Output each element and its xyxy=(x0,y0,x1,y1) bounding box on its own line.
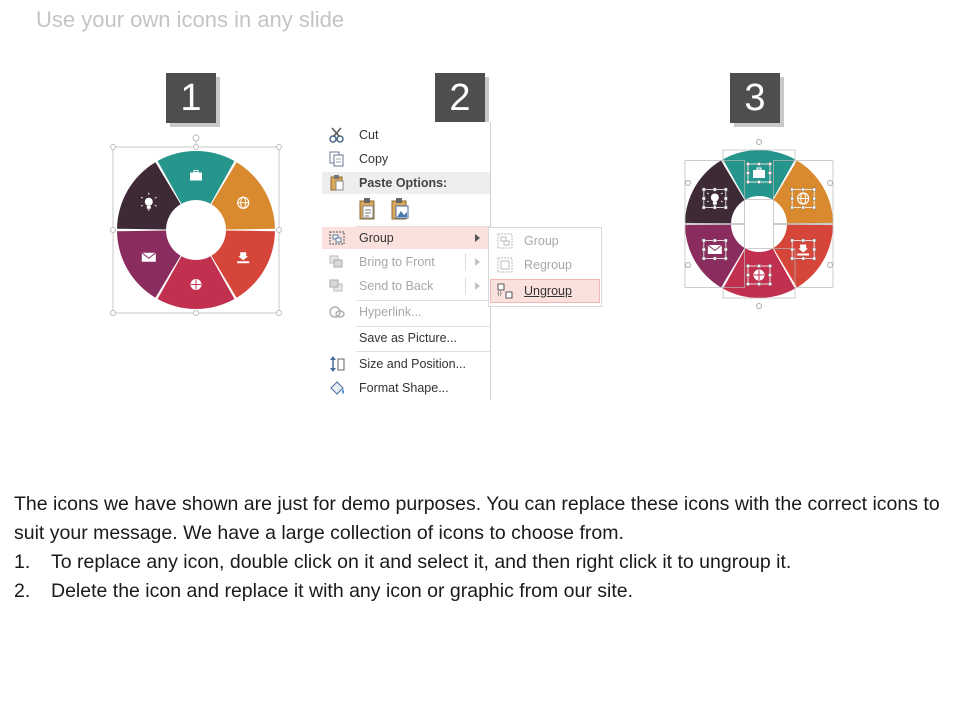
intro-paragraph: The icons we have shown are just for dem… xyxy=(14,493,940,544)
menu-item-format-shape[interactable]: Format Shape... xyxy=(322,377,490,399)
menu-label-bring-to-front: Bring to Front xyxy=(359,255,435,269)
icon-ring-ungrouped[interactable] xyxy=(672,132,848,312)
icon-ring-grouped[interactable] xyxy=(104,134,288,318)
submenu-label-group: Group xyxy=(524,234,559,248)
instruction-step-1: 1. To replace any icon, double click on i… xyxy=(14,548,944,577)
menu-label-copy: Copy xyxy=(359,152,389,166)
basketball-icon[interactable] xyxy=(190,279,202,290)
paint-bucket-icon xyxy=(328,380,346,396)
ungroup-icon xyxy=(497,283,513,299)
clipboard-icon xyxy=(328,175,346,191)
split-separator xyxy=(465,253,466,271)
menu-item-copy[interactable]: Copy xyxy=(322,148,490,170)
group-icon xyxy=(497,233,513,249)
bring-to-front-icon xyxy=(328,254,346,270)
mail-icon[interactable] xyxy=(141,252,157,262)
menu-item-group[interactable]: Group xyxy=(322,227,490,249)
menu-label-send-to-back: Send to Back xyxy=(359,279,434,293)
submenu-arrow-icon xyxy=(475,258,480,266)
menu-item-bring-to-front[interactable]: Bring to Front xyxy=(322,251,490,273)
instruction-step-2: 2. Delete the icon and replace it with an… xyxy=(14,577,944,606)
regroup-icon xyxy=(497,257,513,273)
submenu-item-group[interactable]: Group xyxy=(491,230,599,252)
group-submenu: Group Regroup Ungroup xyxy=(488,227,602,307)
submenu-arrow-icon xyxy=(475,234,480,242)
submenu-arrow-icon xyxy=(475,282,480,290)
instructions-text: The icons we have shown are just for dem… xyxy=(14,490,944,606)
paste-picture-icon[interactable] xyxy=(389,197,411,221)
menu-separator xyxy=(356,351,490,352)
menu-label-size-and-position: Size and Position... xyxy=(359,357,467,371)
mail-icon[interactable] xyxy=(707,244,723,254)
step-1-badge: 1 xyxy=(166,73,216,123)
menu-label-cut: Cut xyxy=(359,128,379,142)
menu-label-hyperlink: Hyperlink... xyxy=(359,305,422,319)
hyperlink-icon xyxy=(328,304,346,320)
menu-item-send-to-back[interactable]: Send to Back xyxy=(322,275,490,297)
group-icon xyxy=(328,230,346,246)
menu-label-paste-options: Paste Options: xyxy=(359,176,448,190)
submenu-label-regroup: Regroup xyxy=(524,258,572,272)
scissors-icon xyxy=(328,127,346,143)
copy-icon xyxy=(328,151,346,167)
submenu-label-ungroup: Ungroup xyxy=(524,284,572,298)
step-2-badge: 2 xyxy=(435,73,485,123)
menu-label-format-shape: Format Shape... xyxy=(359,381,449,395)
step-text: Delete the icon and replace it with any … xyxy=(51,580,634,602)
menu-label-group: Group xyxy=(359,231,394,245)
menu-header-paste-options: Paste Options: xyxy=(322,172,490,194)
context-menu: Cut Copy Paste Options: Group Bring to F… xyxy=(322,122,491,400)
submenu-item-regroup[interactable]: Regroup xyxy=(491,254,599,276)
paste-keep-formatting-icon[interactable] xyxy=(357,197,379,221)
step-text: To replace any icon, double click on it … xyxy=(51,551,792,573)
slide-title: Use your own icons in any slide xyxy=(36,7,345,32)
basketball-icon[interactable] xyxy=(753,269,765,281)
menu-item-save-as-picture[interactable]: Save as Picture... xyxy=(322,327,490,349)
paste-options-buttons xyxy=(357,197,417,223)
split-separator xyxy=(465,277,466,295)
menu-label-save-as-picture: Save as Picture... xyxy=(359,331,457,345)
send-to-back-icon xyxy=(328,278,346,294)
step-3-badge: 3 xyxy=(730,73,780,123)
submenu-item-ungroup[interactable]: Ungroup xyxy=(490,279,600,303)
menu-item-cut[interactable]: Cut xyxy=(322,124,490,146)
step-number: 1. xyxy=(14,551,31,573)
menu-item-size-and-position[interactable]: Size and Position... xyxy=(322,353,490,375)
size-position-icon xyxy=(328,356,346,372)
step-number: 2. xyxy=(14,580,31,602)
menu-item-hyperlink[interactable]: Hyperlink... xyxy=(322,301,490,323)
